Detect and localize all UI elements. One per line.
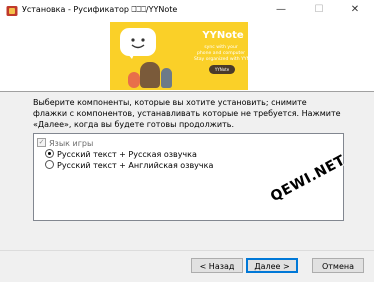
mascot-cat-icon (161, 68, 172, 88)
radio-unselected[interactable] (45, 160, 54, 169)
installer-app-icon (6, 6, 18, 16)
banner-tagline-1: sync with your (204, 45, 238, 50)
instructions-text: Выберите компоненты, которые вы хотите у… (33, 98, 341, 129)
mascot-fox-icon (128, 72, 140, 88)
back-button[interactable]: < Назад (191, 258, 243, 273)
group-label: Язык игры (49, 139, 94, 148)
cancel-button[interactable]: Отмена (312, 258, 364, 273)
option-label: Русский текст + Английская озвучка (57, 161, 214, 170)
banner-tagline-2: phone and computer (196, 51, 246, 56)
close-button[interactable]: ✕ (336, 0, 374, 22)
component-option-russian-voice[interactable]: Русский текст + Русская озвучка (45, 149, 197, 160)
component-group-game-language[interactable]: ✓ Язык игры (37, 138, 93, 149)
app-banner-image: YYNote sync with your phone and computer… (110, 22, 248, 90)
radio-selected[interactable] (45, 149, 54, 158)
yynote-logo-icon (120, 28, 156, 59)
next-button[interactable]: Далее > (246, 258, 298, 273)
option-label: Русский текст + Русская озвучка (57, 150, 197, 159)
banner-download-badge: YYNote (209, 65, 235, 74)
minimize-button[interactable]: — (262, 0, 300, 22)
component-option-english-voice[interactable]: Русский текст + Английская озвучка (45, 160, 213, 171)
maximize-button[interactable]: ☐ (300, 0, 338, 22)
banner-tagline-3: Stay organized with YYNote (194, 57, 248, 62)
title-bar: Установка - Русификатор ⎕⎕⎕/YYNote — ☐ ✕ (0, 0, 374, 22)
group-checkbox[interactable]: ✓ (37, 138, 46, 147)
banner-app-name: YYNote (202, 30, 244, 41)
mascot-bear-icon (140, 62, 160, 88)
smile-face-icon (131, 38, 145, 49)
window-title: Установка - Русификатор ⎕⎕⎕/YYNote (22, 5, 178, 14)
